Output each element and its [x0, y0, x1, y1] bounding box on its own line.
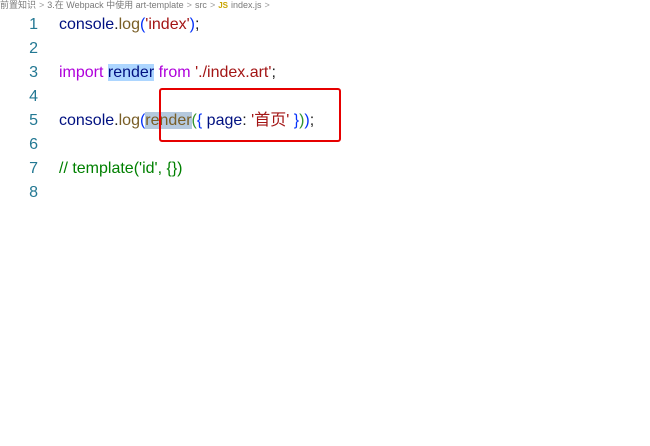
line-number: 4	[29, 88, 38, 105]
annotation-highlight-box	[159, 88, 341, 142]
breadcrumb-separator: >	[186, 0, 192, 10]
code-token: 'index'	[145, 16, 190, 33]
code-token: console	[59, 16, 115, 33]
breadcrumb-item[interactable]: 前置知识	[0, 0, 36, 10]
code-token: log	[118, 16, 140, 33]
code-token: './index.art'	[195, 64, 272, 81]
code-line[interactable]: 7 // template('id', {})	[0, 157, 650, 181]
breadcrumb-item[interactable]: index.js	[231, 0, 262, 10]
code-line[interactable]: 2	[0, 37, 650, 61]
breadcrumb-separator: >	[39, 0, 45, 10]
line-number: 5	[29, 112, 38, 129]
breadcrumb-separator: >	[209, 0, 216, 10]
breadcrumb-item[interactable]: src	[195, 0, 207, 10]
breadcrumb-separator: >	[264, 0, 270, 10]
code-token: console	[59, 112, 115, 129]
code-content[interactable]: // template('id', {})	[59, 157, 183, 181]
line-number: 2	[29, 40, 38, 57]
code-token: render	[107, 64, 155, 81]
code-token: from	[158, 64, 191, 81]
line-number: 6	[29, 136, 38, 153]
breadcrumb-item[interactable]: 3.在 Webpack 中使用 art-template	[47, 0, 183, 10]
code-token: ;	[271, 64, 276, 81]
code-line[interactable]: 8	[0, 181, 650, 205]
breadcrumb: 前置知识 >3.在 Webpack 中使用 art-template > src > JS…	[0, 0, 650, 11]
line-number: 3	[29, 64, 38, 81]
code-line[interactable]: 1 console.log('index');	[0, 13, 650, 37]
code-token: ;	[194, 16, 200, 33]
code-content[interactable]: console.log('index');	[59, 13, 199, 37]
code-token: import	[59, 64, 104, 81]
line-number: 8	[29, 184, 38, 201]
line-number: 1	[29, 16, 38, 33]
code-token: log	[118, 112, 140, 129]
code-token: // template('id', {})	[59, 160, 183, 177]
code-content[interactable]: import render from './index.art';	[59, 61, 276, 85]
code-line[interactable]: 3 import render from './index.art';	[0, 61, 650, 85]
line-number: 7	[29, 160, 38, 177]
javascript-file-icon: JS	[218, 1, 228, 10]
